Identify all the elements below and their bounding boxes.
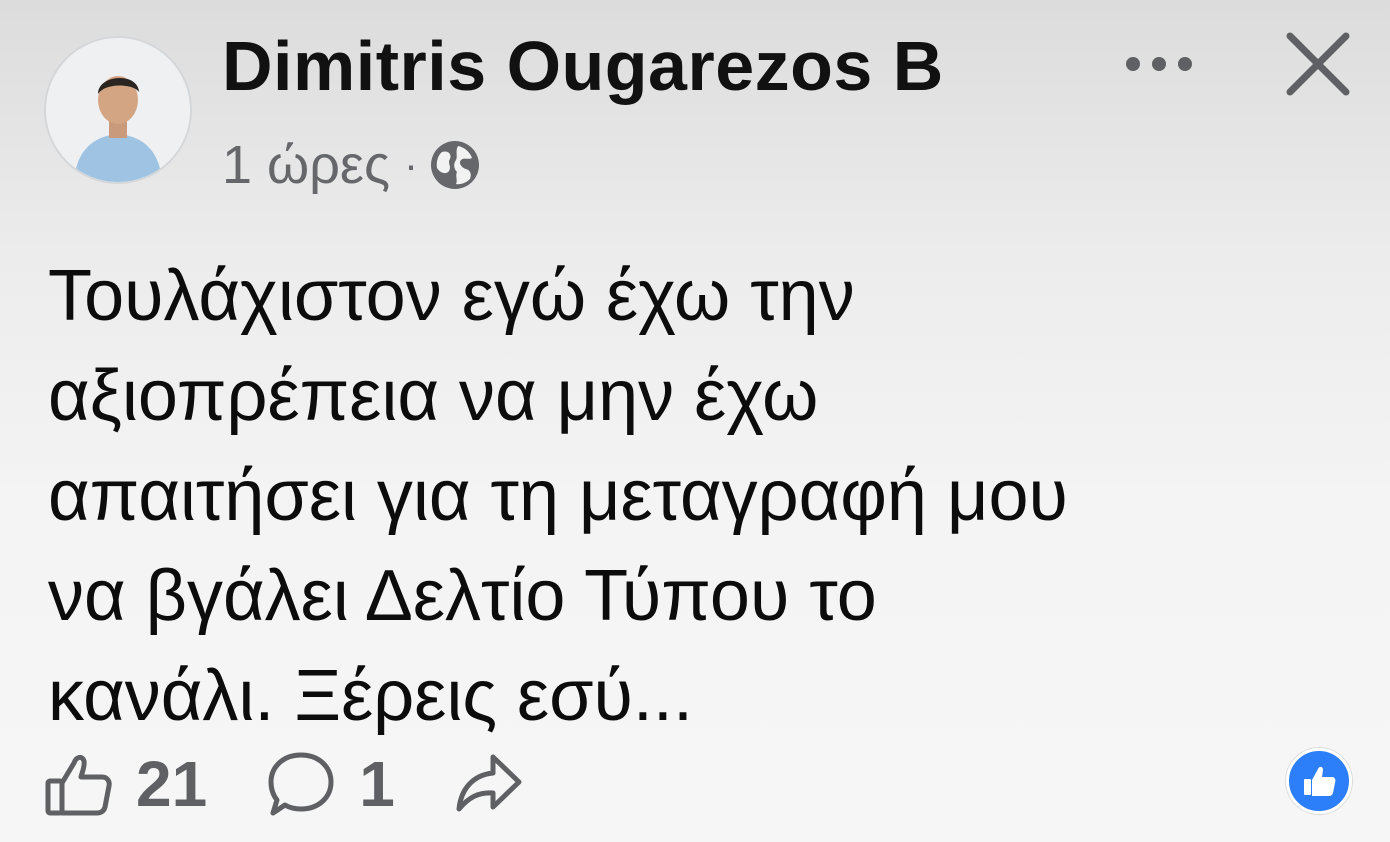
comment-button[interactable]: 1 bbox=[265, 747, 395, 821]
action-bar: 21 1 bbox=[44, 744, 583, 824]
like-count: 21 bbox=[136, 748, 208, 820]
globe-icon[interactable] bbox=[428, 138, 482, 192]
author-avatar[interactable] bbox=[44, 36, 192, 184]
post-text-line: να βγάλει Δελτίο Τύπου το bbox=[48, 556, 877, 636]
share-button[interactable] bbox=[453, 749, 525, 819]
share-arrow-icon bbox=[456, 754, 522, 812]
post-timestamp[interactable]: 1 ώρες bbox=[222, 134, 390, 196]
post-text-line: απαιτήσει για τη μεταγραφή μου bbox=[48, 456, 1068, 536]
more-options-button[interactable] bbox=[1120, 46, 1198, 82]
thumbs-up-reaction-icon bbox=[1304, 766, 1336, 796]
avatar-photo bbox=[46, 38, 190, 182]
post-text-line: Τουλάχιστον εγώ έχω την bbox=[48, 256, 855, 336]
comment-bubble-icon bbox=[268, 752, 334, 816]
like-reaction-icon[interactable] bbox=[1286, 748, 1352, 814]
meta-separator: · bbox=[404, 141, 419, 188]
comment-count: 1 bbox=[359, 748, 395, 820]
post-body: Τουλάχιστον εγώ έχω την αξιοπρέπεια να μ… bbox=[48, 246, 1348, 746]
close-icon bbox=[1286, 32, 1350, 96]
close-button[interactable] bbox=[1280, 26, 1356, 102]
facebook-post: Dimitris Ougarezos B 1 ώρες · Τουλάχιστο… bbox=[0, 0, 1390, 842]
post-text-line: κανάλι. Ξέρεις εσύ... bbox=[48, 656, 693, 736]
like-button[interactable]: 21 bbox=[44, 747, 207, 821]
post-meta: 1 ώρες · bbox=[222, 130, 482, 200]
post-text-line: αξιοπρέπεια να μην έχω bbox=[48, 356, 819, 436]
more-dots-icon bbox=[1126, 57, 1192, 71]
thumbs-up-icon bbox=[45, 754, 112, 816]
author-name[interactable]: Dimitris Ougarezos B bbox=[222, 26, 944, 106]
